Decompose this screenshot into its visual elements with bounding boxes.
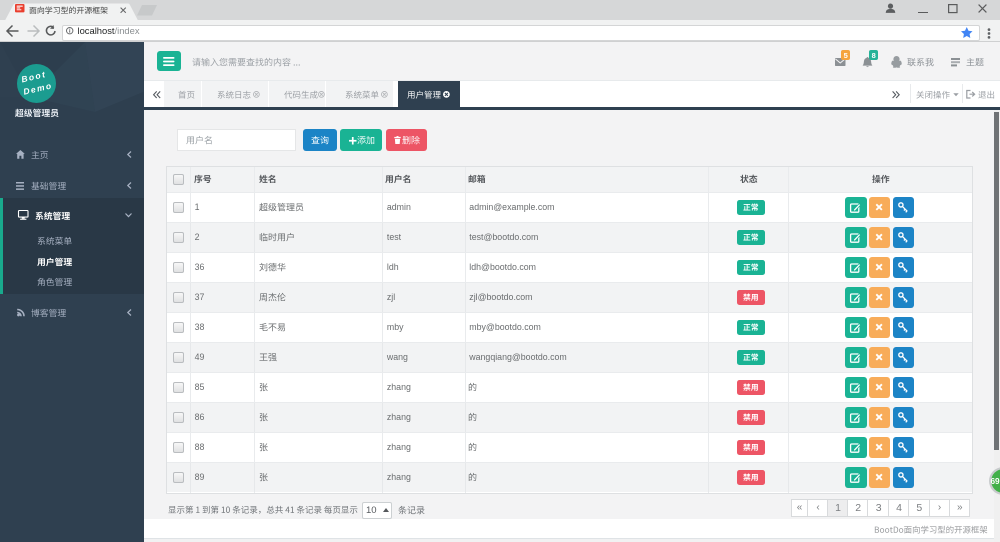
svg-text:69: 69 [991, 476, 1000, 485]
